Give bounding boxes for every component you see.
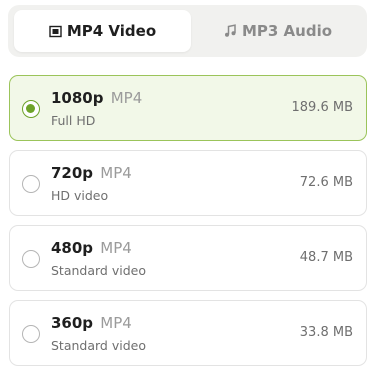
tab-mp4-video-label: MP4 Video — [66, 22, 157, 40]
option-description: Full HD — [51, 113, 96, 128]
quality-option-720p[interactable]: 720p MP4 HD video 72.6 MB — [9, 150, 367, 216]
option-resolution: 720p MP4 — [51, 164, 132, 182]
file-size: 33.8 MB — [299, 325, 353, 340]
format-label: MP4 — [100, 164, 132, 182]
tab-mp4-video[interactable]: MP4 Video — [14, 10, 191, 52]
radio-button-selected[interactable] — [22, 100, 40, 118]
file-size: 189.6 MB — [291, 100, 353, 115]
quality-option-1080p[interactable]: 1080p MP4 Full HD 189.6 MB — [9, 75, 367, 141]
resolution-label: 720p — [51, 164, 94, 182]
quality-option-480p[interactable]: 480p MP4 Standard video 48.7 MB — [9, 225, 367, 291]
option-resolution: 1080p MP4 — [51, 89, 142, 107]
option-description: HD video — [51, 188, 109, 203]
resolution-label: 1080p — [51, 89, 104, 107]
option-description: Standard video — [51, 338, 146, 353]
option-description: Standard video — [51, 263, 146, 278]
radio-button[interactable] — [22, 325, 40, 343]
quality-option-360p[interactable]: 360p MP4 Standard video 33.8 MB — [9, 300, 367, 366]
resolution-label: 360p — [51, 314, 94, 332]
file-size: 72.6 MB — [299, 175, 353, 190]
format-label: MP4 — [110, 89, 143, 107]
file-size: 48.7 MB — [299, 250, 353, 265]
resolution-label: 480p — [51, 239, 94, 257]
radio-button[interactable] — [22, 250, 40, 268]
option-resolution: 480p MP4 — [51, 239, 132, 257]
film-icon — [49, 25, 62, 38]
tab-mp3-audio[interactable]: MP3 Audio — [195, 10, 361, 52]
radio-button[interactable] — [22, 175, 40, 193]
format-label: MP4 — [100, 239, 132, 257]
download-format-panel: MP4 Video MP3 Audio 1080p MP4 Full HD 18… — [0, 0, 380, 382]
radio-dot — [26, 104, 35, 113]
format-tabs: MP4 Video MP3 Audio — [8, 5, 367, 57]
tab-mp3-audio-label: MP3 Audio — [241, 22, 333, 40]
format-label: MP4 — [100, 314, 132, 332]
music-note-icon — [224, 24, 237, 38]
option-resolution: 360p MP4 — [51, 314, 132, 332]
